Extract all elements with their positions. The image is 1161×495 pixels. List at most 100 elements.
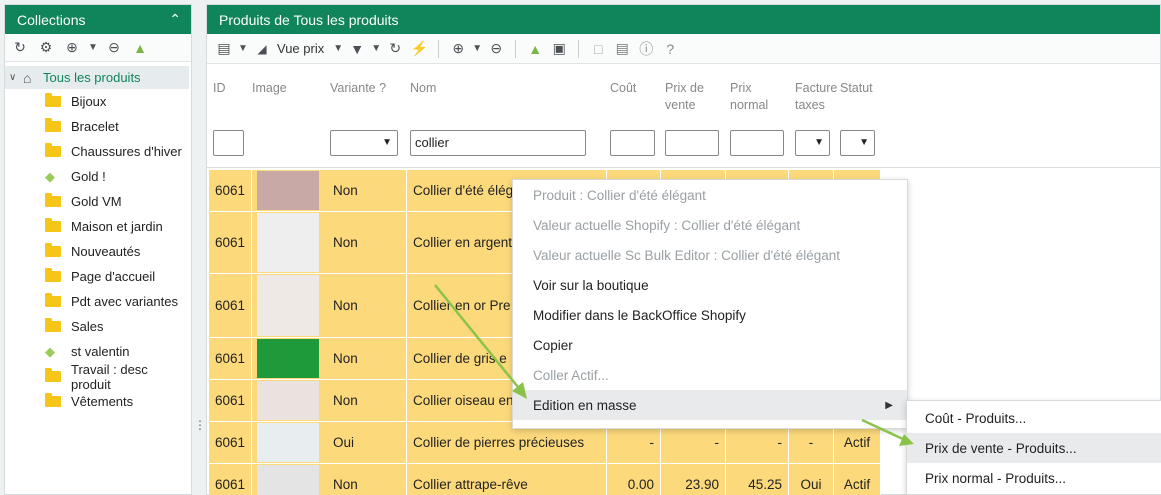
product-thumbnail[interactable] bbox=[257, 381, 319, 420]
tree-root[interactable]: ∨ ⌂ Tous les produits bbox=[5, 66, 189, 89]
submenu-item[interactable]: Prix normal - Produits... bbox=[907, 463, 1161, 493]
refresh-icon[interactable]: ↻ bbox=[9, 37, 31, 59]
cell-variante[interactable]: Non bbox=[327, 170, 407, 211]
gear-icon[interactable]: ⚙ bbox=[35, 37, 57, 59]
tree-item[interactable]: Page d'accueil bbox=[5, 264, 191, 289]
menu-item[interactable]: Copier bbox=[513, 330, 907, 360]
cell-nom[interactable]: Collier attrape-rêve bbox=[407, 464, 607, 495]
product-thumbnail[interactable] bbox=[257, 423, 319, 462]
print-icon[interactable]: ▤ bbox=[611, 38, 633, 60]
cell-variante[interactable]: Non bbox=[327, 338, 407, 379]
cell-variante[interactable]: Oui bbox=[327, 422, 407, 463]
submenu-item[interactable]: Prix de vente - Produits... bbox=[907, 433, 1161, 463]
filter-prix-vente-input[interactable] bbox=[665, 130, 719, 156]
product-thumbnail[interactable] bbox=[257, 275, 319, 336]
shopify-sync-icon[interactable]: ▲ bbox=[129, 37, 151, 59]
col-facture[interactable]: Facture taxes bbox=[795, 80, 837, 114]
cell-variante[interactable]: Non bbox=[327, 380, 407, 421]
tree-item[interactable]: ◆ Gold ! bbox=[5, 164, 191, 189]
folder-icon bbox=[45, 318, 61, 332]
tree-item[interactable]: Nouveautés bbox=[5, 239, 191, 264]
cell-statut[interactable]: Actif bbox=[834, 464, 881, 495]
col-statut[interactable]: Statut bbox=[840, 80, 873, 97]
cell-fac[interactable]: Oui bbox=[789, 464, 834, 495]
cell-cout[interactable]: 0.00 bbox=[607, 464, 661, 495]
remove-icon[interactable]: ⊖ bbox=[485, 38, 507, 60]
col-image[interactable]: Image bbox=[252, 80, 287, 97]
cell-id[interactable]: 6061 bbox=[209, 464, 252, 495]
view-select-label[interactable]: Vue prix bbox=[277, 41, 324, 56]
filter-id-input[interactable] bbox=[213, 130, 244, 156]
tree-item[interactable]: Chaussures d'hiver bbox=[5, 139, 191, 164]
cell-id[interactable]: 6061 bbox=[209, 380, 252, 421]
folder-icon bbox=[45, 118, 61, 132]
cell-id[interactable]: 6061 bbox=[209, 338, 252, 379]
menu-item[interactable]: Edition en masse ▶ bbox=[513, 390, 907, 420]
window-icon[interactable]: ▤ bbox=[213, 38, 235, 60]
bolt-icon[interactable]: ⚡ bbox=[408, 38, 430, 60]
product-thumbnail[interactable] bbox=[257, 171, 319, 210]
col-prix-normal[interactable]: Prix normal bbox=[730, 80, 768, 114]
chevron-up-icon[interactable]: ⌃ bbox=[169, 11, 181, 28]
chart-icon[interactable]: ◢ bbox=[251, 38, 273, 60]
shopify-bag-icon[interactable]: ▣ bbox=[548, 38, 570, 60]
menu-item[interactable]: Modifier dans le BackOffice Shopify bbox=[513, 300, 907, 330]
cell-variante[interactable]: Non bbox=[327, 274, 407, 337]
add-icon[interactable]: ⊕ bbox=[61, 37, 83, 59]
col-id[interactable]: ID bbox=[213, 80, 226, 97]
chevron-down-icon: ▼ bbox=[814, 137, 824, 148]
tree-item[interactable]: Travail : desc produit bbox=[5, 362, 191, 392]
chevron-down-icon[interactable]: ▼ bbox=[87, 42, 99, 53]
filter-statut-select[interactable]: ▼ bbox=[840, 130, 875, 156]
tree-item[interactable]: Gold VM bbox=[5, 189, 191, 214]
csv-icon[interactable]: □ bbox=[587, 38, 609, 60]
help-icon[interactable]: ? bbox=[659, 38, 681, 60]
filter-nom-input[interactable]: collier bbox=[410, 130, 586, 156]
tree-item[interactable]: Pdt avec variantes bbox=[5, 289, 191, 314]
filter-icon[interactable]: ▼ bbox=[346, 38, 368, 60]
product-thumbnail[interactable] bbox=[257, 339, 319, 378]
info-icon[interactable]: ⓘ bbox=[635, 38, 657, 60]
cell-id[interactable]: 6061 bbox=[209, 274, 252, 337]
filter-prix-normal-input[interactable] bbox=[730, 130, 784, 156]
add-icon[interactable]: ⊕ bbox=[447, 38, 469, 60]
cell-pn[interactable]: 45.25 bbox=[726, 464, 789, 495]
remove-icon[interactable]: ⊖ bbox=[103, 37, 125, 59]
submenu-item[interactable]: Coût - Produits... bbox=[907, 403, 1161, 433]
tree-item[interactable]: Vêtements bbox=[5, 389, 191, 414]
folder-icon bbox=[45, 93, 61, 107]
menu-item[interactable]: Voir sur la boutique bbox=[513, 270, 907, 300]
tree-item[interactable]: Bracelet bbox=[5, 114, 191, 139]
cell-id[interactable]: 6061 bbox=[209, 170, 252, 211]
cell-pv[interactable]: 23.90 bbox=[661, 464, 726, 495]
chevron-down-icon[interactable]: ▼ bbox=[370, 43, 382, 54]
cell-variante[interactable]: Non bbox=[327, 212, 407, 273]
tree-item[interactable]: Maison et jardin bbox=[5, 214, 191, 239]
col-nom[interactable]: Nom bbox=[410, 80, 436, 97]
cell-id[interactable]: 6061 bbox=[209, 422, 252, 463]
col-cout[interactable]: Coût bbox=[610, 80, 636, 97]
chevron-down-icon[interactable]: ▼ bbox=[332, 43, 344, 54]
chevron-down-icon[interactable]: ▼ bbox=[471, 43, 483, 54]
col-prix-normal-l1: Prix bbox=[730, 81, 752, 95]
col-variante[interactable]: Variante ? bbox=[330, 80, 386, 97]
shopify-sync-icon[interactable]: ▲ bbox=[524, 38, 546, 60]
col-prix-normal-l2: normal bbox=[730, 98, 769, 112]
app-window: Collections ⌃ ↻ ⚙ ⊕ ▼ ⊖ ▲ ∨ ⌂ Tous les p… bbox=[0, 0, 1161, 495]
col-prix-vente[interactable]: Prix de vente bbox=[665, 80, 704, 114]
cell-id[interactable]: 6061 bbox=[209, 212, 252, 273]
refresh-icon[interactable]: ↻ bbox=[384, 38, 406, 60]
tree-item[interactable]: Bijoux bbox=[5, 89, 191, 114]
cell-variante[interactable]: Non bbox=[327, 464, 407, 495]
table-row[interactable]: 6061 Non Collier attrape-rêve 0.00 23.90 45.2… bbox=[209, 464, 881, 495]
tree-item[interactable]: Sales bbox=[5, 314, 191, 339]
chevron-down-icon[interactable]: ▼ bbox=[237, 43, 249, 54]
product-thumbnail[interactable] bbox=[257, 213, 319, 272]
panel-splitter[interactable]: ⋮ bbox=[194, 418, 206, 432]
expand-icon[interactable]: ∨ bbox=[9, 72, 23, 83]
filter-facture-select[interactable]: ▼ bbox=[795, 130, 830, 156]
filter-cout-input[interactable] bbox=[610, 130, 655, 156]
product-thumbnail[interactable] bbox=[257, 465, 319, 495]
filter-variante-select[interactable]: ▼ bbox=[330, 130, 398, 156]
tree-item[interactable]: ◆ st valentin bbox=[5, 339, 191, 364]
